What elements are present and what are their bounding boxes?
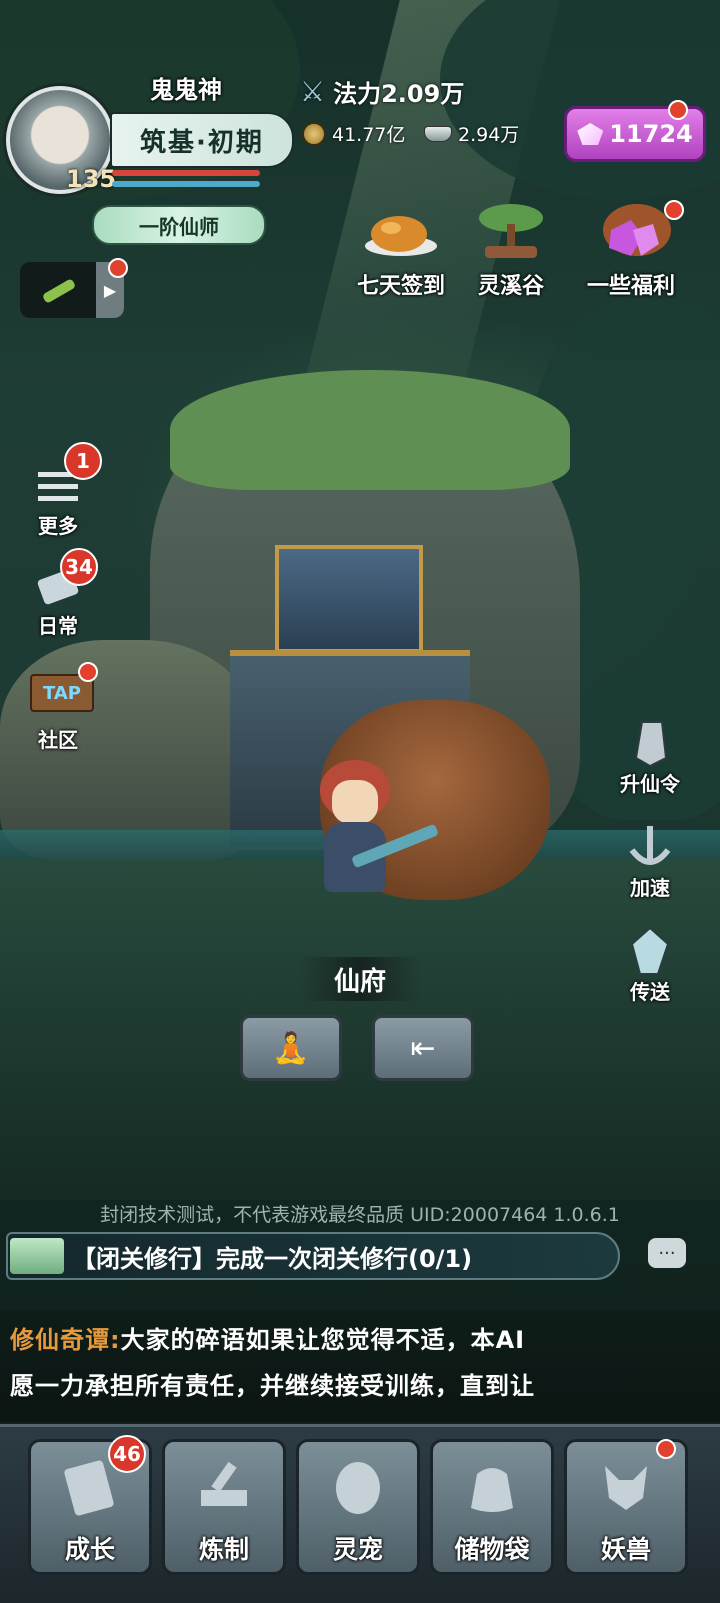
chat-text-1: 大家的碎语如果让您觉得不适，本AI — [120, 1326, 526, 1354]
nav-spirit-pet-label: 灵宠 — [332, 1535, 383, 1564]
quest-text: 【闭关修行】完成一次闭关修行(0/1) — [72, 1244, 473, 1273]
moss-top — [170, 370, 570, 490]
meditate-icon: 🧘 — [272, 1030, 310, 1066]
nav-demon-beast-button[interactable]: 妖兽 — [564, 1439, 688, 1575]
roast-chicken-icon — [361, 200, 441, 264]
daily-badge: 34 — [60, 548, 98, 586]
player-level: 135 — [66, 165, 117, 193]
quest-bar[interactable]: 【闭关修行】完成一次闭关修行(0/1) — [6, 1232, 620, 1280]
chat-bubble-icon[interactable]: ··· — [648, 1238, 686, 1268]
spirit-valley-label: 灵溪谷 — [477, 274, 544, 299]
nav-growth-label: 成长 — [64, 1535, 115, 1564]
speedup-label: 加速 — [630, 876, 670, 900]
bamboo-icon — [43, 279, 75, 303]
exit-icon: ⇤ — [410, 1030, 436, 1066]
bag-icon — [457, 1456, 527, 1516]
nav-spirit-pet-button[interactable]: 灵宠 — [296, 1439, 420, 1575]
sword-icon: ⚔ — [300, 75, 326, 108]
mp-bar — [112, 181, 260, 187]
nav-growth-badge: 46 — [108, 1435, 146, 1473]
gem-bag-icon — [591, 200, 671, 264]
gem-value: 11724 — [609, 120, 693, 148]
more-label: 更多 — [38, 514, 78, 538]
gem-icon — [577, 123, 604, 145]
bonsai-tree-icon — [471, 200, 551, 264]
nav-crafting-button[interactable]: 炼制 — [162, 1439, 286, 1575]
silver-display: 2.94万 — [424, 120, 519, 147]
nav-demon-beast-notification-dot — [656, 1439, 676, 1459]
chat-channel: 修仙奇谭: — [10, 1326, 121, 1354]
player-title-plate[interactable]: 一阶仙师 — [92, 205, 266, 245]
silver-ingot-icon — [424, 125, 452, 142]
teleport-button[interactable]: 传送 — [610, 926, 690, 1005]
nav-storage-bag-label: 储物袋 — [454, 1535, 530, 1564]
nav-storage-bag-button[interactable]: 储物袋 — [430, 1439, 554, 1575]
welfare-label: 一些福利 — [586, 274, 675, 299]
power-value: 法力2.09万 — [333, 80, 465, 108]
ground — [0, 860, 720, 1200]
bottom-nav: 成长 46 炼制 灵宠 储物袋 妖兽 — [0, 1424, 720, 1603]
copper-value: 41.77亿 — [332, 124, 406, 146]
spirit-valley-button[interactable]: 灵溪谷 — [456, 200, 566, 300]
pavilion-roof — [275, 545, 423, 653]
crystal-icon — [622, 926, 678, 976]
hp-bar — [112, 170, 260, 176]
player-character — [310, 760, 439, 900]
chat-line-1: 修仙奇谭:大家的碎语如果让您觉得不适，本AI — [10, 1320, 525, 1355]
nav-demon-beast-label: 妖兽 — [600, 1535, 651, 1564]
chat-panel[interactable]: 修仙奇谭:大家的碎语如果让您觉得不适，本AI 愿一力承担所有责任，并继续接受训练… — [0, 1310, 720, 1422]
test-notice: 封闭技术测试，不代表游戏最终品质 UID:20007464 1.0.6.1 — [100, 1204, 620, 1226]
chat-text-2: 愿一力承担所有责任，并继续接受训练，直到让 — [10, 1372, 535, 1400]
more-badge: 1 — [64, 442, 102, 480]
speedup-button[interactable]: 加速 — [610, 822, 690, 901]
ascension-token-label: 升仙令 — [620, 772, 680, 796]
copper-display: 41.77亿 — [302, 120, 405, 147]
anvil-icon — [189, 1456, 259, 1516]
gem-notification-dot — [668, 100, 688, 120]
silver-value: 2.94万 — [458, 124, 520, 146]
nav-crafting-label: 炼制 — [198, 1535, 249, 1564]
sign-in-button[interactable]: 七天签到 — [346, 200, 456, 300]
community-notification-dot — [78, 662, 98, 682]
daily-label: 日常 — [38, 614, 78, 638]
fox-icon — [591, 1456, 661, 1516]
quest-scroll-icon — [10, 1238, 64, 1274]
player-name: 鬼鬼神 — [150, 76, 222, 104]
meditate-button[interactable]: 🧘 — [240, 1015, 342, 1081]
teleport-label: 传送 — [630, 980, 670, 1004]
coin-icon — [302, 121, 326, 146]
tap-sign-icon: TAP — [30, 674, 94, 724]
egg-icon — [323, 1456, 393, 1516]
sign-in-label: 七天签到 — [356, 274, 445, 299]
ascension-token-button[interactable]: 升仙令 — [610, 718, 690, 797]
community-label: 社区 — [38, 728, 78, 752]
power-display: ⚔ 法力2.09万 — [300, 74, 464, 109]
location-name: 仙府 — [300, 957, 420, 1001]
bamboo-notification-dot — [108, 258, 128, 278]
realm-plate[interactable]: 筑基·初期 — [110, 112, 294, 168]
exit-button[interactable]: ⇤ — [372, 1015, 474, 1081]
anchor-icon — [622, 822, 678, 872]
welfare-notification-dot — [664, 200, 684, 220]
token-icon — [622, 718, 678, 768]
